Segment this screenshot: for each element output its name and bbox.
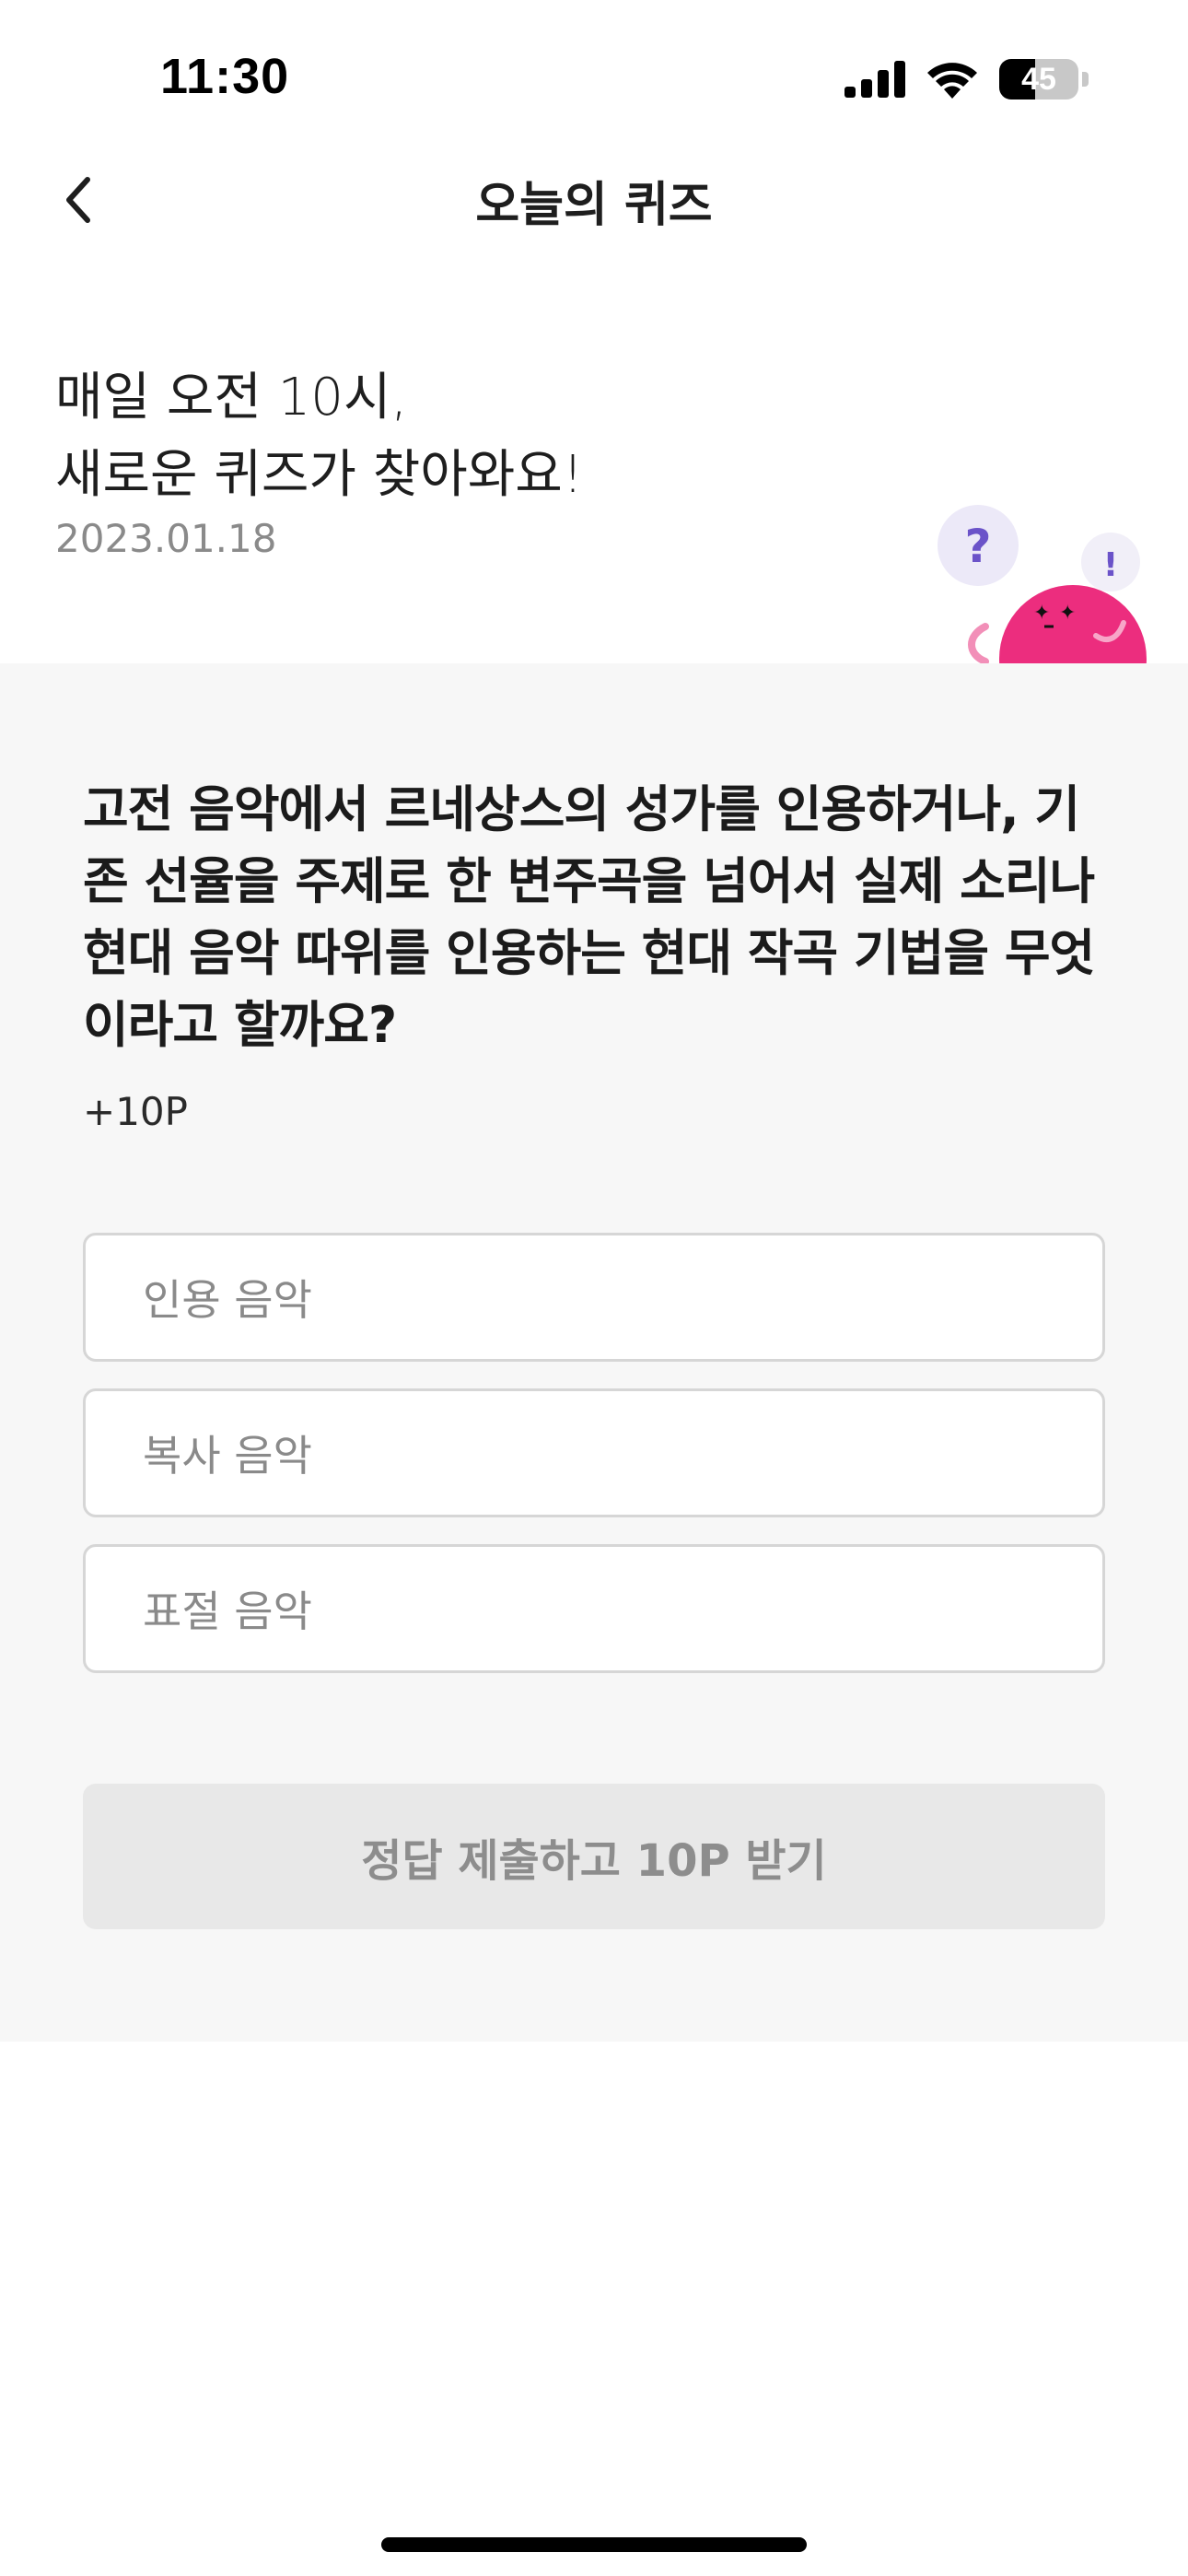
mascot-exclamation-mark: ! <box>1103 546 1118 584</box>
svg-text:✦: ✦ <box>1059 602 1076 625</box>
quiz-question: 고전 음악에서 르네상스의 성가를 인용하거나, 기존 선율을 주제로 한 변주… <box>83 780 1095 1054</box>
cellular-signal-icon <box>844 61 905 98</box>
status-time: 11:30 <box>160 49 290 104</box>
answer-option-3[interactable]: 표절 음악 <box>83 1544 1105 1673</box>
mascot-question-mark: ? <box>964 520 991 573</box>
battery-percentage: 45 <box>1021 61 1056 97</box>
answer-option-label: 표절 음악 <box>143 1587 312 1636</box>
submit-answer-button[interactable]: 정답 제출하고 10P 받기 <box>83 1784 1105 1929</box>
page-title: 오늘의 퀴즈 <box>475 178 713 233</box>
status-icons: 45 <box>844 55 1089 103</box>
answer-option-label: 인용 음악 <box>143 1275 312 1325</box>
intro-line-2: 새로운 퀴즈가 찾아와요! <box>55 445 584 505</box>
answer-option-2[interactable]: 복사 음악 <box>83 1388 1105 1517</box>
intro-section: 매일 오전 10시, 새로운 퀴즈가 찾아와요! 2023.01.18 <box>55 359 884 561</box>
wifi-icon <box>927 63 977 99</box>
answer-option-label: 복사 음악 <box>143 1431 312 1481</box>
battery-cap <box>1082 72 1089 87</box>
quiz-date: 2023.01.18 <box>55 516 277 561</box>
submit-answer-label: 정답 제출하고 10P 받기 <box>361 1835 827 1887</box>
home-indicator <box>381 2537 807 2552</box>
quiz-mascot-icon: ? ! ✦ ✦ <box>930 498 1151 663</box>
answer-option-1[interactable]: 인용 음악 <box>83 1233 1105 1362</box>
nav-bar: 오늘의 퀴즈 <box>0 147 1188 251</box>
battery-icon: 45 <box>999 59 1078 100</box>
quiz-panel: 고전 음악에서 르네상스의 성가를 인용하거나, 기존 선율을 주제로 한 변주… <box>0 663 1188 2042</box>
quiz-points: +10P <box>83 1089 188 1134</box>
svg-text:✦: ✦ <box>1033 602 1050 625</box>
status-bar: 11:30 45 <box>0 0 1188 147</box>
intro-line-1: 매일 오전 10시, <box>55 368 408 427</box>
